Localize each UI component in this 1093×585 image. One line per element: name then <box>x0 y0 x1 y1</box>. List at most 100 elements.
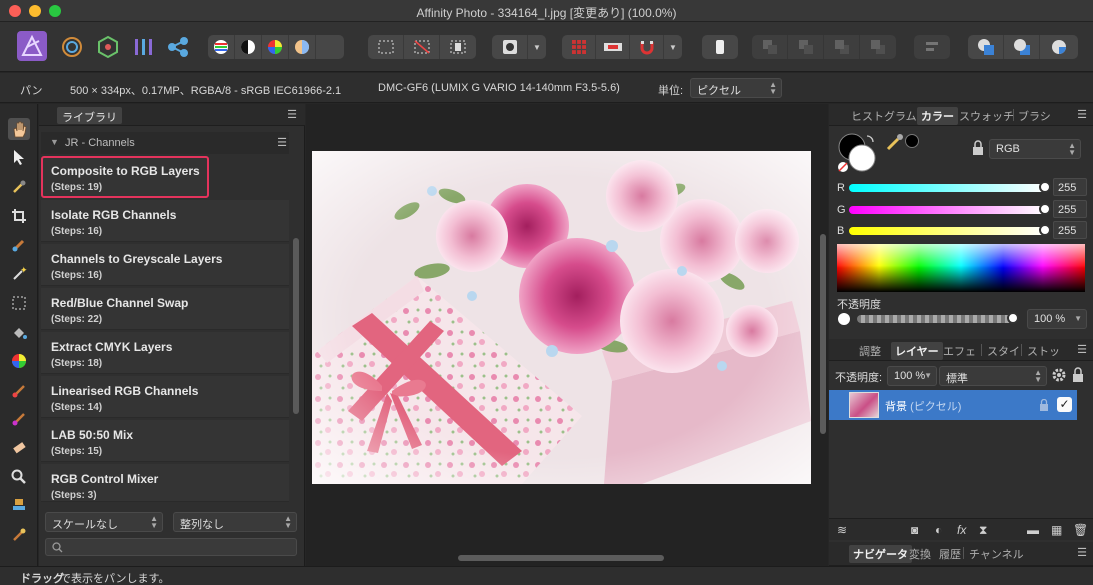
tab-color[interactable]: カラー <box>917 107 958 125</box>
blend-mode-select[interactable]: 標準 ▲ ▼ <box>939 366 1047 386</box>
green-value[interactable]: 255 <box>1053 200 1087 218</box>
white-balance-icon[interactable] <box>289 35 316 59</box>
erase-brush-tool[interactable] <box>8 436 30 458</box>
horizontal-scrollbar[interactable] <box>458 555 664 561</box>
clone-brush-tool[interactable] <box>8 494 30 516</box>
blue-value[interactable]: 255 <box>1053 221 1087 239</box>
chevron-down-icon[interactable]: ▼ <box>528 35 546 59</box>
blue-slider[interactable]: B 255 <box>835 221 1089 239</box>
tab-navigator[interactable]: ナビゲータ <box>849 545 912 563</box>
move-to-front-icon[interactable] <box>860 35 896 59</box>
pixel-layer-icon[interactable]: ▦ <box>1051 523 1062 537</box>
invert-selection-icon[interactable] <box>440 35 476 59</box>
menu-icon[interactable]: ☰ <box>1077 108 1087 121</box>
menu-icon[interactable]: ☰ <box>1077 546 1087 559</box>
flood-select-tool[interactable]: ✦ <box>8 262 30 284</box>
opacity-knob[interactable] <box>1007 312 1019 324</box>
trash-icon[interactable]: 🗑 <box>1073 523 1088 537</box>
live-filter-icon[interactable]: ⧗ <box>979 523 987 538</box>
liquify-persona-icon[interactable] <box>60 35 84 59</box>
adjustment-icon[interactable]: ◐ <box>935 523 942 537</box>
macro-item[interactable]: Red/Blue Channel Swap (Steps: 22) <box>41 288 289 330</box>
grid-icon[interactable] <box>562 35 596 59</box>
tab-stock[interactable]: ストッ <box>1027 343 1060 359</box>
tab-styles[interactable]: スタイ <box>987 343 1020 359</box>
tone-mapping-persona-icon[interactable] <box>132 35 156 59</box>
gear-icon[interactable] <box>1051 367 1067 383</box>
layers-stack-icon[interactable]: ≋ <box>837 523 847 537</box>
chevron-down-icon[interactable]: ▼ <box>664 35 682 59</box>
align-icon[interactable] <box>914 35 950 59</box>
subtract-shape-icon[interactable] <box>1004 35 1040 59</box>
flood-fill-tool[interactable] <box>8 322 30 344</box>
move-to-back-icon[interactable] <box>752 35 788 59</box>
develop-persona-icon[interactable] <box>96 35 120 59</box>
tab-layers[interactable]: レイヤー <box>891 342 943 360</box>
lock-icon[interactable] <box>971 140 985 156</box>
move-forward-one-icon[interactable] <box>824 35 860 59</box>
tab-history[interactable]: 履歴 <box>939 546 961 562</box>
macro-item[interactable]: Extract CMYK Layers (Steps: 18) <box>41 332 289 374</box>
quick-mask-icon[interactable] <box>492 35 528 59</box>
opacity-value[interactable]: 100 % ▼ <box>1027 309 1087 329</box>
tab-channels[interactable]: チャンネル <box>969 546 1024 562</box>
photo-persona-button[interactable] <box>17 31 47 61</box>
align-select[interactable]: 整列なし ▲ ▼ <box>173 512 297 532</box>
tab-swatches[interactable]: スウォッチ <box>959 108 1014 124</box>
tab-transform[interactable]: 変換 <box>909 546 931 562</box>
category-menu-icon[interactable]: ☰ <box>277 136 287 149</box>
move-tool[interactable] <box>8 146 30 168</box>
macro-item[interactable]: RGB Control Mixer (Steps: 3) <box>41 464 289 502</box>
assistant-icon[interactable] <box>702 35 738 59</box>
scale-select[interactable]: スケールなし ▲ ▼ <box>45 512 163 532</box>
intersect-shape-icon[interactable] <box>1040 35 1078 59</box>
fx-icon[interactable]: fx <box>957 523 966 537</box>
disclosure-triangle-icon[interactable]: ▼ <box>50 137 59 147</box>
gradient-tool[interactable] <box>8 350 30 372</box>
export-persona-icon[interactable] <box>166 35 190 59</box>
layer-row[interactable]: 背景 (ピクセル) ✓ <box>829 390 1077 420</box>
layer-visibility-checkbox[interactable]: ✓ <box>1057 397 1072 412</box>
lock-icon[interactable] <box>1039 399 1049 412</box>
macro-item[interactable]: Linearised RGB Channels (Steps: 14) <box>41 376 289 418</box>
tab-effects[interactable]: エフェ <box>943 343 976 359</box>
document-image[interactable] <box>312 151 811 484</box>
hsl-icon[interactable] <box>262 35 289 59</box>
move-back-one-icon[interactable] <box>788 35 824 59</box>
selection-brush-tool[interactable] <box>8 234 30 256</box>
zoom-tool[interactable] <box>8 466 30 488</box>
tab-histogram[interactable]: ヒストグラム <box>851 108 917 124</box>
layer-opacity-select[interactable]: 100 % ▼ <box>887 366 937 386</box>
levels-icon[interactable] <box>208 35 235 59</box>
tab-library[interactable]: ライブラリ <box>57 107 122 124</box>
deselect-icon[interactable] <box>404 35 440 59</box>
macro-item[interactable]: Isolate RGB Channels (Steps: 16) <box>41 200 289 242</box>
tab-brushes[interactable]: ブラシ <box>1018 108 1051 124</box>
menu-icon[interactable]: ☰ <box>1077 343 1087 356</box>
macro-item[interactable]: Composite to RGB Layers (Steps: 19) <box>41 156 209 198</box>
mask-icon[interactable]: ◙ <box>911 523 918 537</box>
library-search-input[interactable] <box>45 538 297 556</box>
lock-icon[interactable] <box>1072 367 1084 383</box>
red-value[interactable]: 255 <box>1053 178 1087 196</box>
picked-color-swatch[interactable] <box>905 134 919 148</box>
select-all-icon[interactable] <box>368 35 404 59</box>
macro-category[interactable]: ▼ JR - Channels ☰ <box>41 132 289 154</box>
vertical-scrollbar[interactable] <box>820 234 826 434</box>
healing-brush-tool[interactable] <box>8 524 30 546</box>
color-picker-tool[interactable] <box>8 176 30 198</box>
paint-brush-tool[interactable] <box>8 380 30 402</box>
snapping-magnet-icon[interactable] <box>630 35 664 59</box>
document-canvas[interactable] <box>306 104 828 566</box>
add-shape-icon[interactable] <box>968 35 1004 59</box>
black-white-icon[interactable] <box>235 35 262 59</box>
green-slider[interactable]: G 255 <box>835 200 1089 218</box>
color-model-select[interactable]: RGB ▲ ▼ <box>989 139 1081 159</box>
macro-item[interactable]: Channels to Greyscale Layers (Steps: 16) <box>41 244 289 286</box>
tab-adjustments[interactable]: 調整 <box>859 343 881 359</box>
hand-tool[interactable] <box>8 118 30 140</box>
marquee-tool[interactable] <box>8 292 30 314</box>
library-scrollbar[interactable] <box>293 238 299 414</box>
color-wells[interactable] <box>837 132 879 174</box>
crop-tool[interactable] <box>8 205 30 227</box>
